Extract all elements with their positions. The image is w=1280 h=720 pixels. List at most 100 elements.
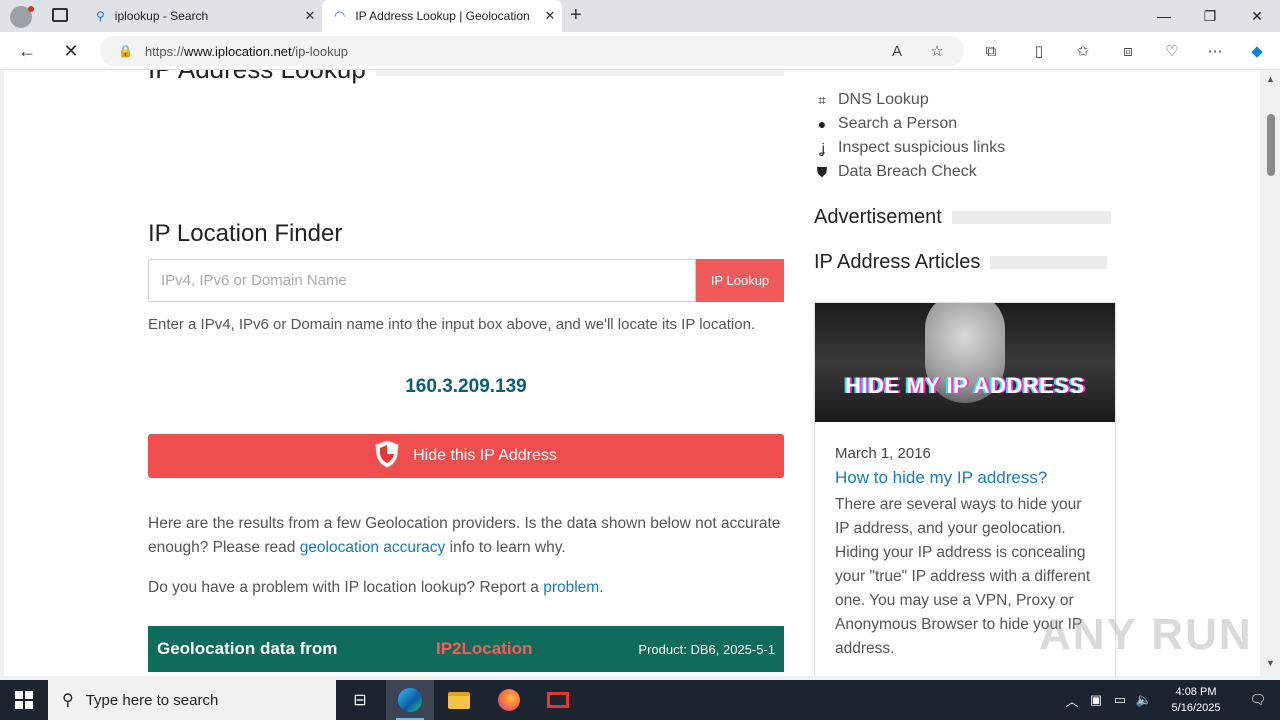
providers-paragraph: Here are the results from a few Geolocat… [148,512,788,560]
web-viewport: IP Address Lookup IP Location Finder IP … [0,70,1280,680]
current-ip-address: 160.3.209.139 [405,376,527,397]
tab-search[interactable]: ⚲ iplookup - Search ✕ [84,0,322,32]
sidebar-item-label: Data Breach Check [838,163,977,180]
collections-icon[interactable]: ⧈ [1117,40,1139,62]
search-icon: ⚲ [62,692,74,709]
page-scrollbar[interactable]: ▲ ▼ [1262,70,1280,680]
firefox-icon[interactable] [485,680,533,720]
shield-icon: ⛊ [816,163,828,180]
tray-app-icon[interactable]: ▣ [1084,692,1108,708]
article-image[interactable]: HIDE MY IP ADDRESS [815,303,1115,422]
windows-icon [15,691,33,709]
url-domain: www.iplocation.net [183,43,292,59]
report-paragraph: Do you have a problem with IP location l… [148,576,788,600]
shield-icon [375,439,399,473]
dns-icon: ⌗ [818,91,826,108]
url-prefix: https:// [144,43,184,59]
clock[interactable]: 4:08 PM 5/16/2025 [1156,684,1236,716]
sidebar-tools: ⌗ DNS Lookup ● Search a Person ʝ Inspect… [814,88,1005,184]
finder-title: IP Location Finder [148,220,343,247]
window-close-button[interactable]: ✕ [1234,0,1280,32]
articles-heading: IP Address Articles [814,251,1108,274]
tab-label: iplookup - Search [114,9,209,23]
sidebar-item-search-person[interactable]: ● Search a Person [814,112,1005,136]
scroll-down-icon[interactable]: ▼ [1266,658,1275,668]
sidebar-item-data-breach[interactable]: ⛊ Data Breach Check [814,160,1005,184]
new-tab-button[interactable]: + [570,4,582,27]
chevron-up-icon[interactable]: ︿ [1060,691,1084,710]
notification-icon[interactable]: 🗨 [1236,692,1280,708]
heading-divider [990,256,1108,269]
favorite-star-icon[interactable]: ☆ [926,40,948,62]
para-text: Do you have a problem with IP location l… [148,579,544,596]
hide-ip-button[interactable]: Hide this IP Address [148,434,784,478]
article-date: March 1, 2016 [835,445,931,462]
sidebar-item-label: DNS Lookup [838,91,929,108]
loading-icon: ◠ [334,8,346,23]
url-path: /ip-lookup [291,43,349,59]
split-screen-icon[interactable]: ▯ [1028,40,1050,62]
network-icon[interactable]: ▭ [1108,692,1132,708]
input-hint: Enter a IPv4, IPv6 or Domain name into t… [148,316,756,333]
file-explorer-icon[interactable] [435,680,483,720]
performance-icon[interactable]: ♡ [1161,40,1183,62]
task-view-icon[interactable]: ⊟ [336,680,384,720]
copilot-icon[interactable]: ◆ [1246,40,1268,62]
stop-button[interactable]: ✕ [56,36,86,66]
geolocation-accuracy-link[interactable]: geolocation accuracy [300,539,446,556]
taskbar: ⚲ Type here to search ⊟ ︿ ▣ ▭ 🔈 4:08 PM … [0,680,1280,720]
heading-text: IP Address Articles [814,251,981,273]
read-aloud-icon[interactable]: A [886,40,908,62]
volume-icon[interactable]: 🔈 [1132,692,1156,708]
notification-dot [28,6,34,12]
sidebar-item-dns-lookup[interactable]: ⌗ DNS Lookup [814,88,1005,112]
search-icon: ⚲ [96,9,105,23]
edge-taskbar-icon[interactable] [386,680,434,720]
scroll-thumb[interactable] [1267,114,1275,176]
tab-actions-icon[interactable] [52,8,68,22]
clock-date: 5/16/2025 [1171,702,1221,714]
sidebar-item-inspect-links[interactable]: ʝ Inspect suspicious links [814,136,1005,160]
minimize-button[interactable]: — [1141,0,1187,32]
hook-icon: ʝ [819,140,825,156]
url-field[interactable]: 🔒 https:// www.iplocation.net /ip-lookup [100,36,964,66]
address-bar-row: ← ✕ 🔒 https:// www.iplocation.net /ip-lo… [0,32,1280,70]
more-menu-icon[interactable]: ⋯ [1204,40,1226,62]
scroll-up-icon[interactable]: ▲ [1266,74,1275,84]
article-image-text: HIDE MY IP ADDRESS [845,373,1085,398]
clock-time: 4:08 PM [1175,686,1217,698]
para-text: info to learn why. [445,539,566,556]
taskbar-search[interactable]: ⚲ Type here to search [48,680,336,720]
lock-icon: 🔒 [118,44,133,58]
person-icon: ● [817,116,827,132]
close-icon[interactable]: ✕ [298,8,322,24]
advertisement-heading: Advertisement [814,206,1111,229]
system-tray: ︿ ▣ ▭ 🔈 4:08 PM 5/16/2025 🗨 [1060,680,1280,720]
sidebar-item-label: Search a Person [838,115,958,132]
web-page: IP Address Lookup IP Location Finder IP … [4,70,1260,676]
anyrun-app-icon[interactable] [534,680,582,720]
back-button[interactable]: ← [12,36,42,66]
start-button[interactable] [0,680,48,720]
taskbar-search-placeholder: Type here to search [85,691,219,709]
close-icon[interactable]: ✕ [538,8,562,24]
heading-text: Advertisement [814,206,942,228]
heading-divider [951,211,1111,224]
extensions-icon[interactable]: ⧉ [980,40,1002,62]
tab-active[interactable]: ◠ IP Address Lookup | Geolocation ✕ [322,0,562,32]
hide-ip-label: Hide this IP Address [413,447,557,464]
ip-lookup-button[interactable]: IP Lookup [696,259,784,302]
tab-label: IP Address Lookup | Geolocation [355,9,530,23]
favorites-icon[interactable]: ✩ [1072,40,1094,62]
geo-title: Geolocation data from [157,639,338,658]
geo-provider: IP2Location [436,639,533,658]
tab-strip: ⚲ iplookup - Search ✕ ◠ IP Address Looku… [0,0,1280,32]
anyrun-watermark: ANY RUN [1039,610,1253,659]
heading-divider [376,70,784,76]
para-text: . [599,579,604,596]
report-problem-link[interactable]: problem [543,579,599,596]
restore-button[interactable]: ❐ [1187,0,1233,32]
article-title-link[interactable]: How to hide my IP address? [835,468,1047,488]
ip-search-input[interactable] [148,259,696,302]
page-heading: IP Address Lookup [148,70,366,85]
